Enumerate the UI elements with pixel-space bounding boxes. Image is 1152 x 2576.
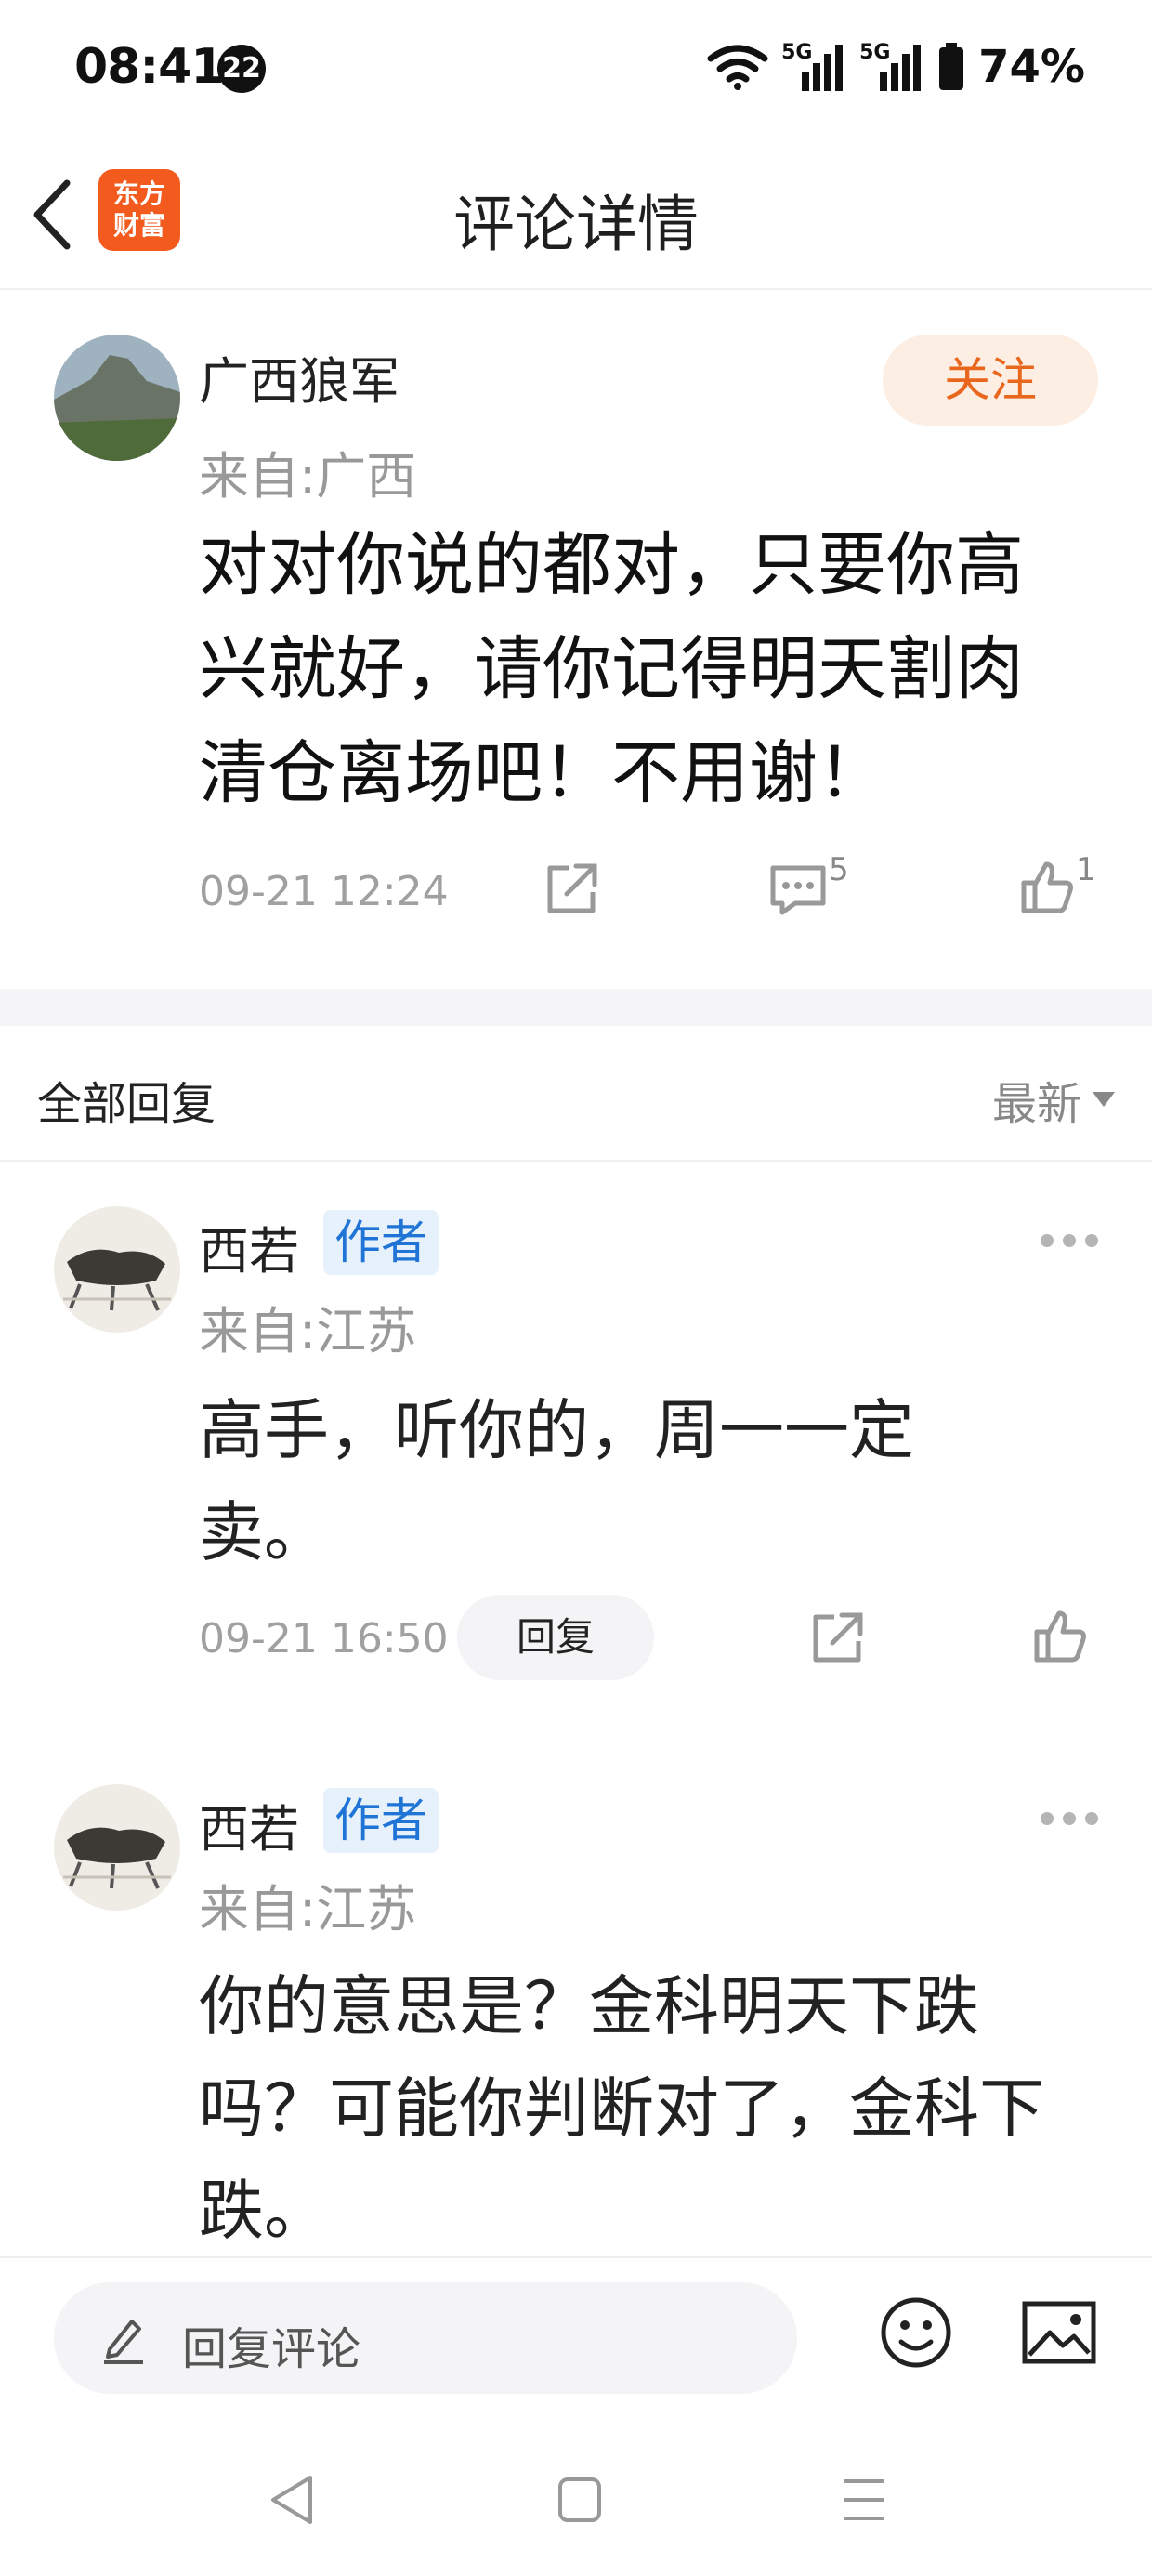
nav-back-icon <box>271 2476 312 2524</box>
reply-count: 5 <box>829 851 849 888</box>
more-dots-icon <box>1041 1234 1054 1247</box>
reply-input[interactable]: 回复评论 <box>54 2282 797 2394</box>
signal-icon: 5G <box>781 41 846 93</box>
reply-composer-bar: 回复评论 <box>0 2256 1152 2433</box>
status-time: 08:41 <box>74 39 225 95</box>
like-icon <box>1021 861 1073 913</box>
wifi-icon <box>707 45 768 90</box>
comment-timestamp: 09-21 12:24 <box>199 868 449 915</box>
more-dots-icon <box>1063 1234 1076 1247</box>
image-icon <box>1022 2301 1096 2364</box>
like-button[interactable] <box>1031 1608 1089 1669</box>
replies-title: 全部回复 <box>37 1078 216 1130</box>
avatar[interactable] <box>54 1784 180 1911</box>
author-badge: 作者 <box>323 1210 439 1275</box>
reply-button[interactable]: 回复 <box>457 1595 654 1680</box>
avatar[interactable] <box>54 335 180 461</box>
reply-username[interactable]: 西若 <box>199 1788 299 1861</box>
section-divider <box>0 989 1152 1026</box>
more-options-button[interactable] <box>1041 1234 1098 1247</box>
image-button[interactable] <box>1022 2301 1096 2368</box>
share-icon <box>813 1612 863 1663</box>
comment-location: 来自:广西 <box>199 447 417 506</box>
reply-username[interactable]: 西若 <box>199 1210 299 1283</box>
comment-username[interactable]: 广西狼军 <box>199 340 399 414</box>
reply-timestamp: 09-21 16:50 <box>199 1615 449 1663</box>
nav-menu-button[interactable] <box>840 2474 888 2530</box>
author-badge: 作者 <box>323 1788 439 1853</box>
reply-location: 来自:江苏 <box>199 1880 417 1939</box>
status-bar: 08:41 22 5G 5G 74% <box>0 0 1152 139</box>
caret-down-icon <box>1093 1092 1115 1107</box>
battery-percent: 74% <box>978 41 1085 93</box>
avatar-image <box>54 335 180 461</box>
like-icon <box>1034 1610 1086 1663</box>
page-title: 评论详情 <box>453 189 699 260</box>
reply-text: 高手，听你的，周一一定卖。 <box>199 1392 914 1571</box>
emoji-icon <box>881 2297 951 2368</box>
avatar-image <box>54 1206 180 1333</box>
nav-home-button[interactable] <box>556 2474 604 2530</box>
nav-back-button[interactable] <box>268 2474 316 2530</box>
more-options-button[interactable] <box>1041 1812 1098 1825</box>
reply-text: 你的意思是？金科明天下跌吗？可能你判断对了，金科下跌。 <box>199 1968 1044 2245</box>
reply-input-placeholder: 回复评论 <box>182 2323 361 2375</box>
replies-header: 全部回复 最新 <box>0 1026 1152 1162</box>
nav-menu-icon <box>844 2479 884 2520</box>
share-button[interactable] <box>543 861 600 922</box>
more-dots-icon <box>1085 1812 1098 1825</box>
sort-label: 最新 <box>991 1078 1081 1130</box>
more-dots-icon <box>1041 1812 1054 1825</box>
status-indicators: 5G 5G 74% <box>707 39 1085 95</box>
reply-location: 来自:江苏 <box>199 1302 417 1360</box>
system-nav-bar <box>0 2433 1152 2576</box>
more-dots-icon <box>1063 1812 1076 1825</box>
like-count: 1 <box>1076 851 1096 888</box>
signal-icon: 5G <box>859 41 924 93</box>
pencil-icon <box>104 2320 143 2364</box>
avatar[interactable] <box>54 1206 180 1333</box>
like-button[interactable] <box>1018 859 1076 920</box>
follow-button[interactable]: 关注 <box>883 335 1098 426</box>
avatar-image <box>54 1784 180 1911</box>
comment-icon <box>770 865 826 915</box>
sort-dropdown[interactable]: 最新 <box>992 1067 1115 1132</box>
emoji-button[interactable] <box>879 2295 953 2373</box>
nav-home-icon <box>558 2477 601 2522</box>
page-header: 东方 财富 评论详情 <box>0 139 1152 290</box>
comment-button[interactable] <box>767 862 829 920</box>
share-button[interactable] <box>808 1610 866 1671</box>
battery-icon <box>939 43 964 90</box>
notification-count-badge: 22 <box>217 45 266 93</box>
share-icon <box>547 863 597 913</box>
comment-text: 对对你说的都对，只要你高兴就好，请你记得明天割肉清仓离场吧！不用谢！ <box>199 525 1024 813</box>
more-dots-icon <box>1085 1234 1098 1247</box>
